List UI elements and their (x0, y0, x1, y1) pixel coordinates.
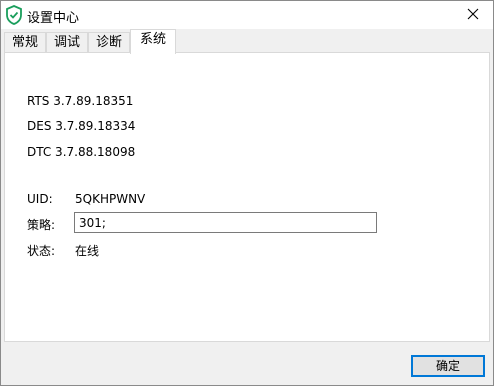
tab-diagnostics[interactable]: 诊断 (88, 32, 130, 53)
dtc-version: DTC 3.7.88.18098 (27, 145, 136, 159)
close-icon (467, 8, 479, 23)
system-panel: RTS 3.7.89.18351 DES 3.7.89.18334 DTC 3.… (4, 52, 490, 342)
status-value: 在线 (75, 244, 100, 258)
shield-check-icon (5, 5, 23, 25)
ok-button[interactable]: 确定 (411, 355, 485, 377)
des-version: DES 3.7.89.18334 (27, 119, 136, 133)
tab-general[interactable]: 常规 (4, 32, 46, 53)
status-label: 状态: (27, 244, 56, 258)
close-button[interactable] (453, 1, 493, 29)
uid-label: UID: (27, 192, 53, 206)
tab-bar: 常规 调试 诊断 系统 (4, 29, 492, 54)
strategy-input[interactable] (74, 212, 377, 233)
title-bar: 设置中心 (1, 1, 493, 29)
rts-version: RTS 3.7.89.18351 (27, 94, 134, 108)
window-title: 设置中心 (27, 11, 80, 26)
tab-debug[interactable]: 调试 (46, 32, 88, 53)
settings-window: 设置中心 常规 调试 诊断 系统 RTS 3.7.89.18351 DES 3.… (0, 0, 494, 386)
strategy-label: 策略: (27, 218, 56, 232)
tab-system[interactable]: 系统 (130, 29, 176, 54)
uid-value: 5QKHPWNV (75, 192, 146, 206)
